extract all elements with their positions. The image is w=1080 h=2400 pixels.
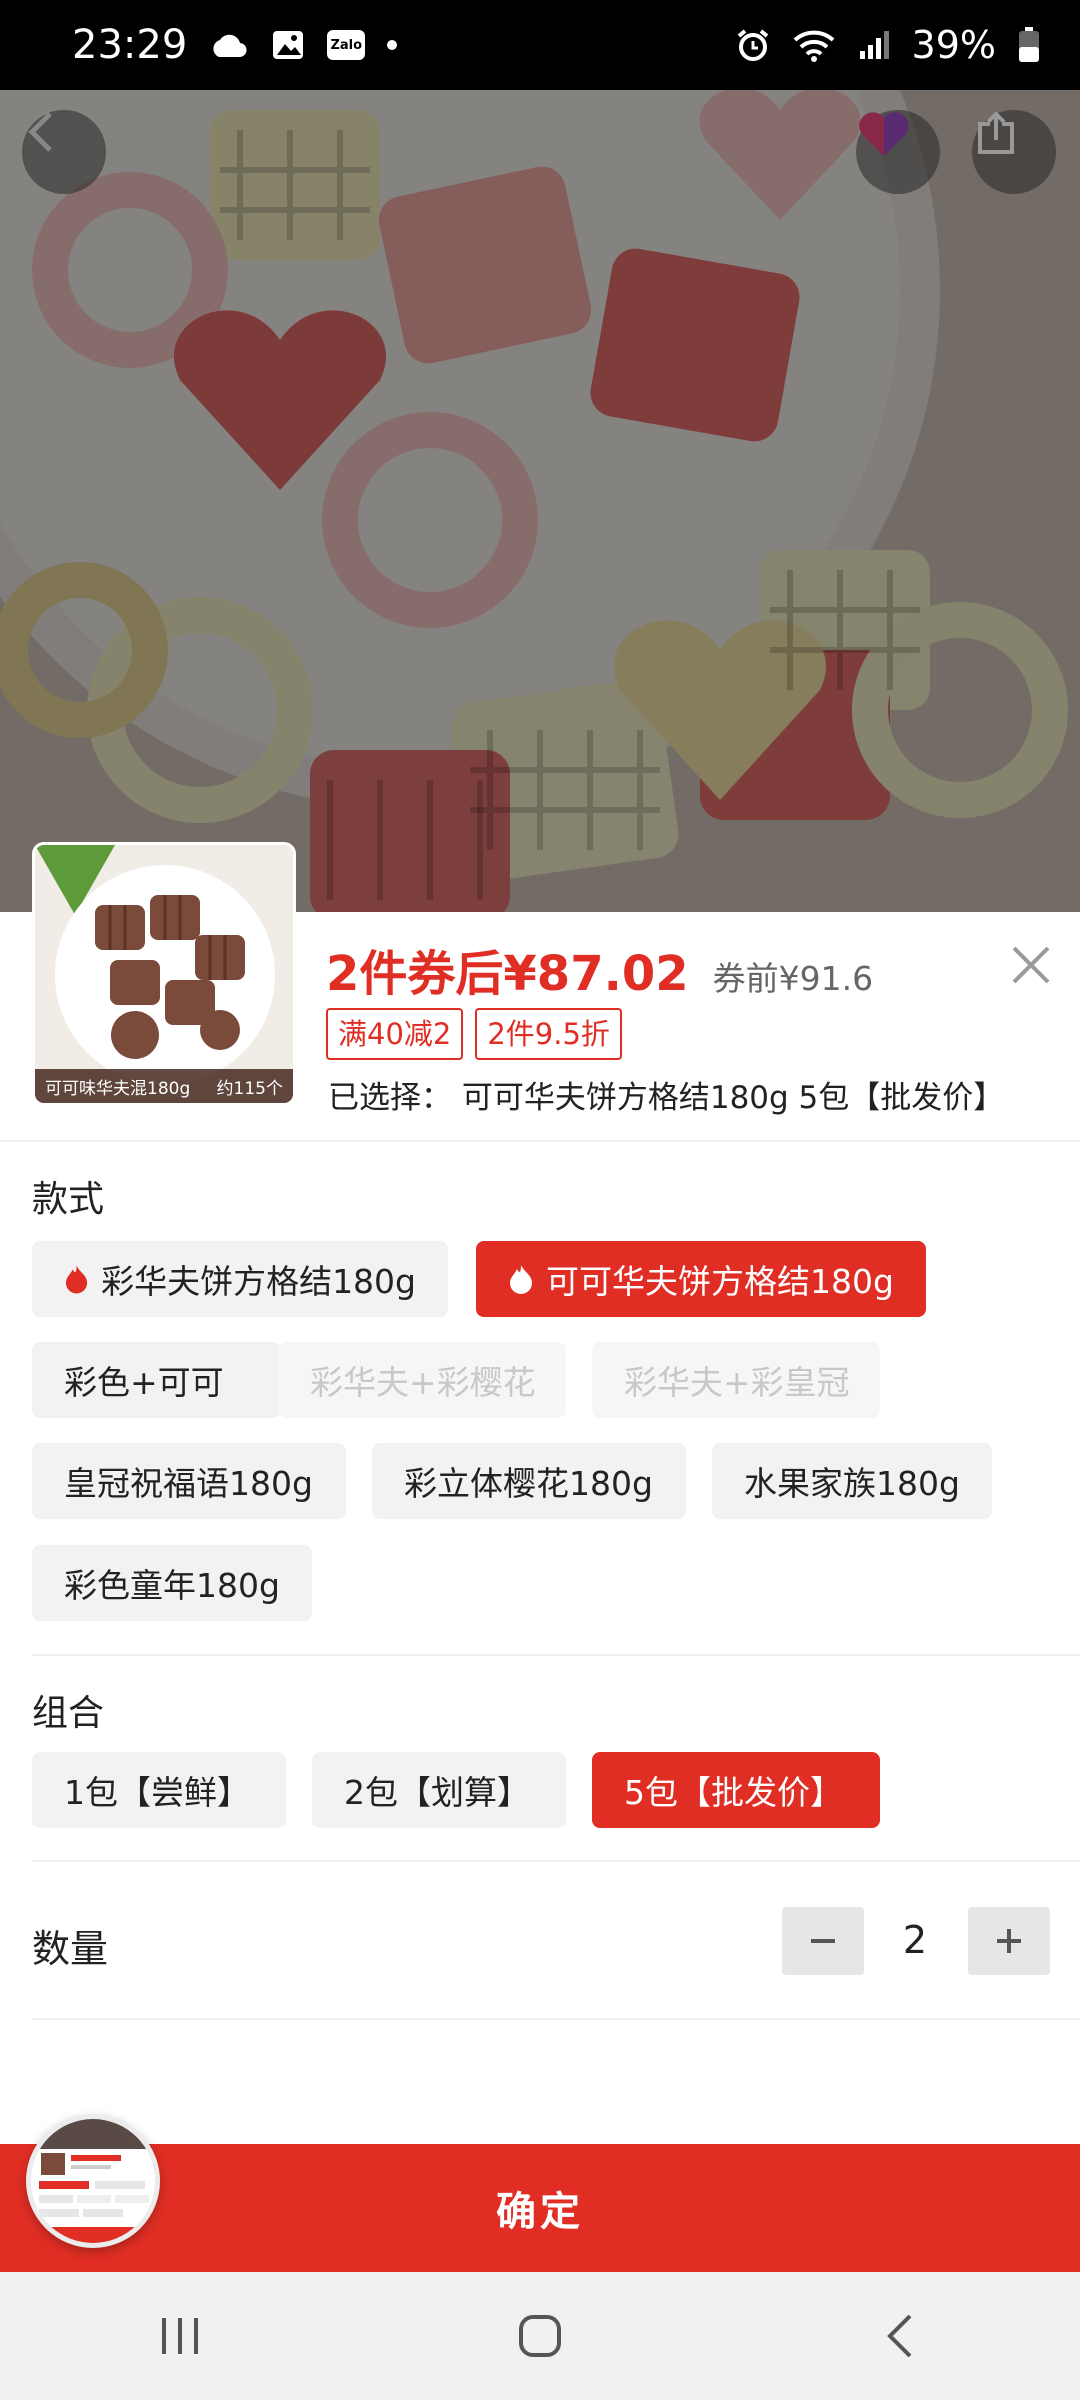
hero-dim-overlay [0,90,1080,912]
recent-apps-icon [162,2318,198,2354]
app-root: 23:29 Zalo 39% 可可味华夫混180g 约115个 2件券后¥87.… [0,0,1080,2400]
style-option-label: 彩色童年180g [64,1566,280,1605]
minus-icon [811,1939,835,1943]
style-option-label: 水果家族180g [744,1464,960,1503]
combo-section-title: 组合 [32,1693,105,1734]
promo-tag: 满40减2 [326,1008,464,1060]
style-option-label: 皇冠祝福语180g [64,1464,313,1503]
thumbnail-caption: 可可味华夫混180g 约115个 [35,1069,293,1103]
thumbnail-caption-count: 约115个 [216,1078,283,1099]
cloud-icon [213,34,247,58]
status-bar: 23:29 Zalo 39% [0,0,1080,90]
signal-icon [859,31,889,59]
style-option-label: 彩华夫+彩樱花 [310,1363,536,1402]
coupon-price: 2件券后¥87.02 [326,946,689,1002]
quantity-decrease-button[interactable] [782,1907,864,1975]
combo-option-label: 1包【尝鲜】 [64,1773,250,1812]
back-nav-button[interactable] [840,2296,960,2376]
dot-icon [387,40,398,50]
promo-tag: 2件9.5折 [475,1008,622,1060]
close-icon [1012,946,1050,984]
thumbnail-illustration [35,845,293,1103]
style-option-label: 彩色+可可 [64,1363,224,1402]
share-button[interactable] [972,110,1056,194]
combo-option-label: 2包【划算】 [344,1773,530,1812]
thumbnail-caption-name: 可可味华夫混180g [45,1078,191,1099]
zalo-icon: Zalo [327,30,366,60]
alarm-icon [737,29,768,61]
style-option[interactable]: 彩华夫饼方格结180g [32,1241,448,1317]
style-option-label: 彩华夫饼方格结180g [101,1262,416,1301]
divider [32,2018,1080,2020]
combo-option-selected[interactable]: 5包【批发价】 [592,1752,880,1828]
quantity-label: 数量 [32,1927,109,1971]
style-option[interactable]: 彩色+可可 [32,1342,280,1418]
style-option-label: 可可华夫饼方格结180g [546,1262,894,1301]
style-option[interactable]: 彩立体樱花180g [372,1443,686,1519]
status-bar-right: 39% [736,23,1040,67]
promo-tags: 满40减2 2件9.5折 [326,1008,622,1060]
style-option-label: 彩华夫+彩皇冠 [624,1363,850,1402]
style-option-disabled[interactable]: 彩华夫+彩皇冠 [592,1342,880,1418]
combo-option[interactable]: 1包【尝鲜】 [32,1752,286,1828]
system-nav-bar [0,2272,1080,2400]
hot-flame-icon [510,1265,532,1294]
home-button[interactable] [480,2296,600,2376]
hot-flame-icon [65,1265,88,1294]
heart-logo-icon [859,112,909,156]
home-icon [519,2315,561,2357]
battery-icon [1019,27,1039,62]
style-option[interactable]: 彩色童年180g [32,1545,312,1621]
divider [32,1654,1080,1656]
combo-option[interactable]: 2包【划算】 [312,1752,566,1828]
back-icon [887,2314,912,2358]
combo-option-label: 5包【批发价】 [624,1773,843,1812]
style-option-label: 彩立体樱花180g [404,1464,653,1503]
assistant-button[interactable] [856,110,940,194]
style-option[interactable]: 水果家族180g [712,1443,992,1519]
quantity-value[interactable]: 2 [880,1918,950,1962]
clock: 23:29 [72,22,188,68]
original-price: 券前¥91.6 [712,959,874,998]
back-arrow-icon [28,112,52,152]
battery-percent: 39% [911,23,996,67]
floating-preview-bubble[interactable] [26,2114,160,2248]
status-bar-left: 23:29 Zalo [72,22,398,68]
divider [0,1140,1080,1142]
divider [32,1860,1080,1862]
plus-icon [997,1929,1021,1953]
product-thumbnail[interactable]: 可可味华夫混180g 约115个 [32,842,296,1106]
selected-sku-text: 已选择： 可可华夫饼方格结180g 5包【批发价】 [328,1080,1005,1116]
product-hero-image [0,90,1080,912]
style-option-disabled[interactable]: 彩华夫+彩樱花 [278,1342,566,1418]
back-button[interactable] [22,110,106,194]
style-option-selected[interactable]: 可可华夫饼方格结180g [476,1241,926,1317]
style-section-title: 款式 [32,1179,105,1220]
wifi-icon [793,30,834,62]
confirm-button[interactable]: 确定 [0,2144,1080,2272]
gallery-icon [273,31,304,59]
close-button[interactable] [1006,940,1056,990]
quantity-increase-button[interactable] [968,1907,1050,1975]
share-icon [978,111,1014,154]
recent-apps-button[interactable] [120,2296,240,2376]
style-option[interactable]: 皇冠祝福语180g [32,1443,346,1519]
price-row: 2件券后¥87.02 券前¥91.6 [326,934,873,1004]
preview-thumbnail-illustration [31,2119,155,2243]
